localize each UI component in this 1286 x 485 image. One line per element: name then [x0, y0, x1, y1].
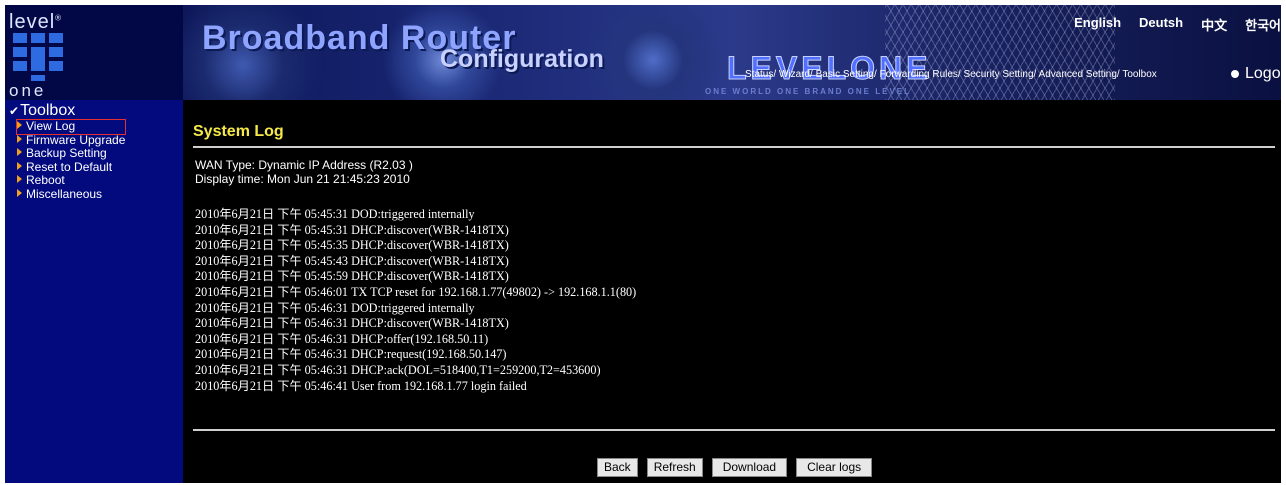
- sidebar-item-miscellaneous[interactable]: Miscellaneous: [17, 187, 125, 202]
- brand-tagline: ONE WORLD ONE BRAND ONE LEVEL: [705, 87, 912, 96]
- top-nav: Status/ Wizard/ Basic Setting/ Forwardin…: [745, 69, 1157, 80]
- log-entry: 2010年6月21日 下午 05:46:01 TX TCP reset for …: [195, 284, 637, 299]
- arrow-right-icon: [17, 161, 22, 170]
- sidebar-item-backup-setting[interactable]: Backup Setting: [17, 146, 125, 161]
- log-entry: 2010年6月21日 下午 05:46:31 DHCP:request(192.…: [195, 347, 507, 362]
- button-bar: Back Refresh Download Clear logs: [597, 458, 881, 477]
- sidebar-menu: View Log Firmware Upgrade Backup Setting…: [15, 119, 127, 202]
- sidebar: ✔Toolbox View Log Firmware Upgrade Backu…: [5, 100, 183, 483]
- log-entry: 2010年6月21日 下午 05:45:43 DHCP:discover(WBR…: [195, 253, 509, 268]
- sidebar-item-firmware-upgrade[interactable]: Firmware Upgrade: [17, 133, 125, 148]
- header-banner: level® one Broadband Router Configuratio…: [5, 5, 1281, 100]
- wan-type: WAN Type: Dynamic IP Address (R2.03 ): [195, 158, 413, 172]
- arrow-right-icon: [17, 148, 22, 157]
- arrow-right-icon: [17, 188, 22, 197]
- clear-logs-button[interactable]: Clear logs: [796, 458, 873, 477]
- router-window: level® one Broadband Router Configuratio…: [5, 5, 1281, 483]
- banner-subtitle: Configuration: [440, 45, 604, 73]
- arrow-right-icon: [17, 134, 22, 143]
- nav-status[interactable]: Status/: [745, 69, 776, 80]
- logout-link[interactable]: Logout: [1231, 65, 1281, 83]
- log-entry: 2010年6月21日 下午 05:46:31 DHCP:discover(WBR…: [195, 316, 509, 331]
- main-content: System Log WAN Type: Dynamic IP Address …: [183, 100, 1281, 483]
- log-entry: 2010年6月21日 下午 05:46:31 DOD:triggered int…: [195, 300, 475, 315]
- nav-security-setting[interactable]: Security Setting/: [963, 69, 1036, 80]
- logo-text-level: level®: [9, 11, 63, 33]
- log-entry: 2010年6月21日 下午 05:46:31 DHCP:offer(192.16…: [195, 331, 489, 346]
- lang-chinese[interactable]: 中文: [1201, 15, 1227, 34]
- language-selector: English Deutsh 中文 한국어: [1056, 15, 1281, 34]
- levelone-logo: level® one: [5, 5, 183, 100]
- log-list: 2010年6月21日 下午 05:45:31 DOD:triggered int…: [195, 207, 636, 394]
- log-entry: 2010年6月21日 下午 05:46:41 User from 192.168…: [195, 378, 527, 393]
- logout-label: Logout: [1245, 65, 1281, 82]
- bullet-icon: [1231, 69, 1239, 78]
- arrow-right-icon: [17, 175, 22, 184]
- log-entry: 2010年6月21日 下午 05:45:59 DHCP:discover(WBR…: [195, 269, 509, 284]
- page-title: System Log: [193, 123, 284, 140]
- refresh-button[interactable]: Refresh: [646, 458, 703, 477]
- nav-toolbox[interactable]: Toolbox: [1122, 69, 1156, 80]
- lang-english[interactable]: English: [1074, 15, 1121, 34]
- sidebar-item-reset-to-default[interactable]: Reset to Default: [17, 160, 125, 175]
- back-button[interactable]: Back: [597, 458, 638, 477]
- nav-basic-setting[interactable]: Basic Setting/: [816, 69, 877, 80]
- checkmark-icon: ✔: [9, 104, 20, 118]
- sidebar-item-reboot[interactable]: Reboot: [17, 174, 125, 188]
- display-time: Display time: Mon Jun 21 21:45:23 2010: [195, 172, 410, 186]
- divider: [193, 429, 1275, 431]
- log-entry: 2010年6月21日 下午 05:46:31 DHCP:ack(DOL=5184…: [195, 362, 601, 377]
- nav-wizard[interactable]: Wizard/: [779, 69, 813, 80]
- lang-korean[interactable]: 한국어: [1245, 15, 1281, 34]
- sidebar-item-view-log[interactable]: View Log: [15, 119, 127, 135]
- download-button[interactable]: Download: [711, 458, 788, 477]
- log-entry: 2010年6月21日 下午 05:45:31 DOD:triggered int…: [195, 207, 475, 221]
- nav-advanced-setting[interactable]: Advanced Setting/: [1039, 69, 1120, 80]
- log-entry: 2010年6月21日 下午 05:45:35 DHCP:discover(WBR…: [195, 238, 509, 253]
- logo-text-one: one: [9, 81, 47, 100]
- nav-forwarding-rules[interactable]: Forwarding Rules/: [880, 69, 961, 80]
- arrow-right-icon: [17, 121, 22, 129]
- divider: [193, 146, 1275, 148]
- lang-deutsch[interactable]: Deutsh: [1139, 15, 1183, 34]
- log-entry: 2010年6月21日 下午 05:45:31 DHCP:discover(WBR…: [195, 222, 509, 237]
- sidebar-heading: ✔Toolbox: [9, 102, 76, 119]
